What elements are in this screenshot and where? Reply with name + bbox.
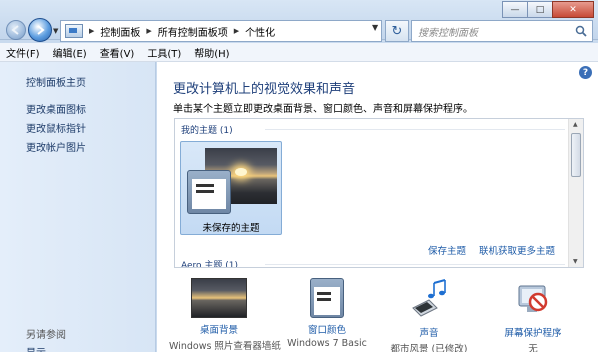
see-also-heading: 另请参阅 xyxy=(26,330,66,341)
theme-list[interactable]: 我的主题 (1) 未保存的主题 保存主题 联机获取更多主题 Aero 主题 (1… xyxy=(174,118,584,268)
menu-view[interactable]: 查看(V) xyxy=(100,45,135,60)
sidebar-item-desktop-icons[interactable]: 更改桌面图标 xyxy=(26,101,86,116)
screen-saver-icon xyxy=(518,285,548,312)
recent-pages-dropdown[interactable]: ▼ xyxy=(53,27,58,35)
scroll-down-icon[interactable]: ▼ xyxy=(573,258,578,265)
setting-label[interactable]: 桌面背景 xyxy=(169,322,269,336)
forward-button[interactable] xyxy=(28,18,52,42)
setting-value: 无 xyxy=(528,344,538,352)
sidebar-item-account-picture[interactable]: 更改帐户图片 xyxy=(26,139,86,154)
address-dropdown-icon[interactable]: ▼ xyxy=(372,23,378,32)
sidebar-item-display[interactable]: 显示 xyxy=(26,344,46,352)
refresh-icon: ↻ xyxy=(391,23,403,39)
setting-label[interactable]: 声音 xyxy=(379,325,479,339)
theme-window-color-icon xyxy=(187,170,231,214)
arrow-left-icon xyxy=(11,25,19,35)
refresh-button[interactable]: ↻ xyxy=(385,20,409,42)
address-bar[interactable]: ▶ 控制面板 ▶ 所有控制面板项 ▶ 个性化 xyxy=(60,20,382,42)
help-icon[interactable]: ? xyxy=(579,66,592,79)
setting-value: Windows 7 Basic xyxy=(287,338,367,349)
search-icon[interactable] xyxy=(575,25,587,37)
breadcrumb-control-panel[interactable]: 控制面板 xyxy=(100,24,140,39)
breadcrumb-personalization[interactable]: 个性化 xyxy=(245,24,275,39)
breadcrumb: ▶ 控制面板 ▶ 所有控制面板项 ▶ 个性化 xyxy=(83,24,275,39)
screen-saver-setting[interactable]: 屏幕保护程序 无 xyxy=(483,278,583,352)
control-panel-icon xyxy=(65,24,83,38)
setting-label[interactable]: 屏幕保护程序 xyxy=(483,325,583,339)
scroll-up-icon[interactable]: ▲ xyxy=(573,121,578,128)
setting-value: 都市风景 (已修改) xyxy=(390,344,468,352)
get-more-themes-link[interactable]: 联机获取更多主题 xyxy=(479,243,555,257)
minimize-button[interactable]: — xyxy=(502,1,528,18)
menu-help[interactable]: 帮助(H) xyxy=(194,45,229,60)
page-description: 单击某个主题立即更改桌面背景、窗口颜色、声音和屏幕保护程序。 xyxy=(173,104,473,115)
setting-value: Windows 照片查看器墙纸 xyxy=(169,341,281,352)
theme-name: 未保存的主题 xyxy=(202,223,260,234)
breadcrumb-separator-icon[interactable]: ▶ xyxy=(146,27,151,35)
window-color-icon xyxy=(310,278,344,318)
theme-list-scrollbar[interactable]: ▲ ▼ xyxy=(568,119,583,267)
group-divider xyxy=(265,129,565,130)
main-content: ? 更改计算机上的视觉效果和声音 单击某个主题立即更改桌面背景、窗口颜色、声音和… xyxy=(157,62,598,352)
window-color-setting[interactable]: 窗口颜色 Windows 7 Basic xyxy=(277,278,377,349)
save-theme-link[interactable]: 保存主题 xyxy=(428,243,466,257)
sidebar-item-control-panel-home[interactable]: 控制面板主页 xyxy=(26,74,86,89)
desktop-background-icon xyxy=(191,278,247,318)
back-button[interactable] xyxy=(6,20,26,40)
menu-edit[interactable]: 编辑(E) xyxy=(53,45,87,60)
sidebar: 控制面板主页 更改桌面图标 更改鼠标指针 更改帐户图片 另请参阅 显示 xyxy=(0,62,156,352)
aero-themes-group-header: Aero 主题 (1) xyxy=(181,261,239,268)
desktop-background-setting[interactable]: 桌面背景 Windows 照片查看器墙纸 xyxy=(169,278,281,352)
sidebar-item-mouse-pointers[interactable]: 更改鼠标指针 xyxy=(26,120,86,135)
search-placeholder: 搜索控制面板 xyxy=(418,27,478,39)
close-button[interactable]: ✕ xyxy=(552,1,594,18)
group-divider xyxy=(265,264,565,265)
search-input[interactable]: 搜索控制面板 xyxy=(411,20,593,42)
menu-bar: 文件(F) 编辑(E) 查看(V) 工具(T) 帮助(H) xyxy=(0,43,598,62)
theme-item-unsaved[interactable]: 未保存的主题 xyxy=(180,141,282,235)
setting-label[interactable]: 窗口颜色 xyxy=(277,322,377,336)
music-notes-icon xyxy=(412,279,446,317)
page-title: 更改计算机上的视觉效果和声音 xyxy=(173,82,356,97)
breadcrumb-separator-icon[interactable]: ▶ xyxy=(89,27,94,35)
my-themes-group-header: 我的主题 (1) xyxy=(181,126,233,136)
title-bar: — □ ✕ ▼ ▶ 控制面板 ▶ 所有控制面板项 ▶ 个性化 ▼ ↻ 搜索控制面… xyxy=(0,0,598,42)
window-controls: — □ ✕ xyxy=(502,1,594,18)
arrow-right-icon xyxy=(37,25,45,35)
sounds-setting[interactable]: 声音 都市风景 (已修改) xyxy=(379,278,479,352)
breadcrumb-separator-icon[interactable]: ▶ xyxy=(234,27,239,35)
maximize-button[interactable]: □ xyxy=(527,1,553,18)
menu-file[interactable]: 文件(F) xyxy=(6,45,40,60)
scrollbar-thumb[interactable] xyxy=(571,133,581,177)
menu-tools[interactable]: 工具(T) xyxy=(147,45,181,60)
breadcrumb-all-items[interactable]: 所有控制面板项 xyxy=(158,24,228,39)
